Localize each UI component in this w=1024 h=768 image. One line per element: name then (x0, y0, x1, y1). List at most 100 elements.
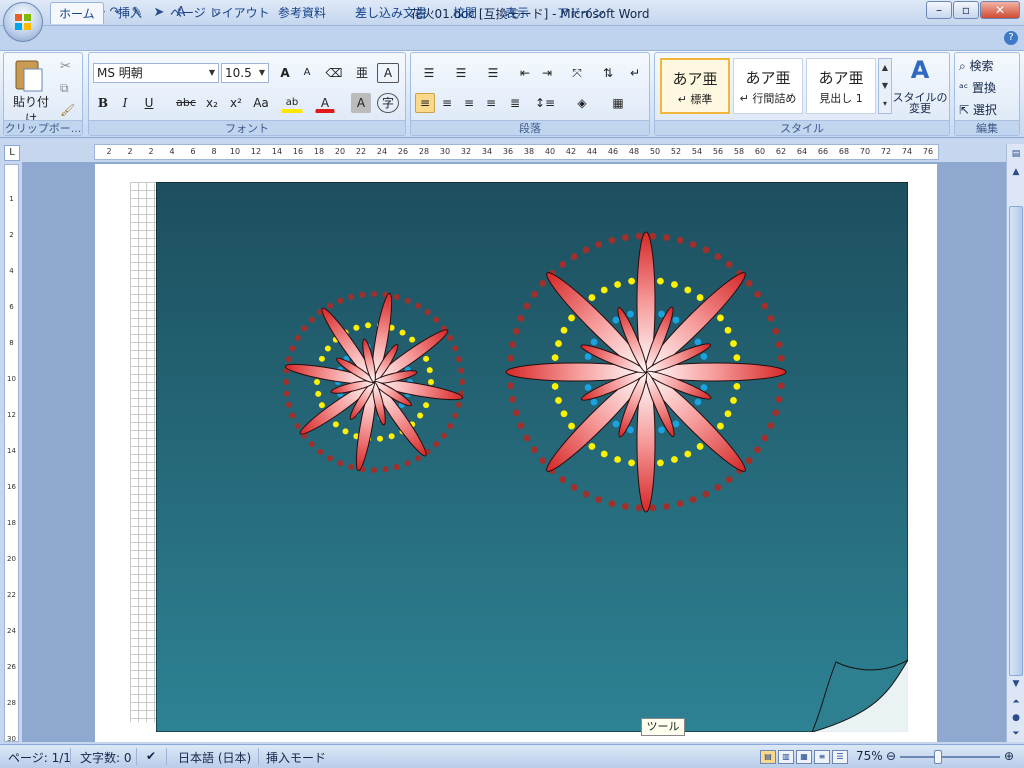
tab-insert[interactable]: 挿入 (110, 2, 150, 24)
zoom-slider[interactable] (900, 756, 1000, 758)
spark-dot (426, 367, 433, 374)
tab-addins[interactable]: アドイン (549, 2, 613, 24)
print-layout-view-icon[interactable]: ▤ (760, 750, 776, 764)
format-painter-icon[interactable]: 🖌 (60, 103, 75, 117)
page-count[interactable]: ページ: 1/1 (8, 749, 71, 766)
justify-icon[interactable]: ≡ (481, 93, 501, 113)
zoom-slider-handle[interactable] (934, 750, 942, 764)
ruler-tick-label: 20 (334, 147, 346, 156)
outline-view-icon[interactable]: ≡ (814, 750, 830, 764)
previous-page-icon[interactable]: ⏶ (1008, 694, 1024, 710)
italic-button[interactable]: I (115, 93, 135, 113)
shading-icon[interactable]: ◈ (567, 93, 597, 113)
zoom-out-icon[interactable]: ⊖ (886, 749, 896, 763)
fireworks-drawing[interactable] (156, 182, 908, 732)
office-button[interactable] (3, 2, 43, 42)
maximize-button[interactable]: ▫ (953, 1, 979, 19)
asian-layout-icon[interactable]: ⤧ (563, 63, 591, 83)
draft-view-icon[interactable]: ☰ (832, 750, 848, 764)
decrease-indent-icon[interactable]: ⇤ (515, 63, 535, 83)
web-layout-view-icon[interactable]: ▦ (796, 750, 812, 764)
firework-large[interactable] (505, 231, 787, 513)
shrink-font-button[interactable]: A (297, 63, 317, 83)
ruler-tick-label: 10 (229, 147, 241, 156)
cut-icon[interactable]: ✂ (60, 59, 71, 74)
paste-icon[interactable] (12, 57, 46, 93)
help-icon[interactable]: ? (1004, 31, 1018, 45)
night-sky-background[interactable] (156, 182, 908, 732)
full-screen-view-icon[interactable]: ▥ (778, 750, 794, 764)
change-styles-icon[interactable]: A (900, 56, 940, 86)
font-name-combo[interactable]: MS 明朝 ▼ (93, 63, 219, 83)
style-heading-1[interactable]: あア亜 見出し 1 (806, 58, 876, 114)
align-right-icon[interactable]: ≡ (459, 93, 479, 113)
close-button[interactable]: ✕ (980, 1, 1020, 19)
language-indicator[interactable]: 日本語 (日本) (178, 749, 251, 766)
vertical-scrollbar[interactable]: ▤ ▲ ▼ ⏶ ● ⏷ (1006, 144, 1024, 742)
insert-mode-indicator[interactable]: 挿入モード (266, 749, 326, 766)
increase-indent-icon[interactable]: ⇥ (537, 63, 557, 83)
spark-dot (424, 309, 431, 316)
grow-font-button[interactable]: A (275, 63, 295, 83)
underline-button[interactable]: U (139, 93, 159, 113)
subscript-button[interactable]: x₂ (201, 93, 223, 113)
proofing-icon[interactable]: ✔ (146, 749, 156, 763)
clear-format-icon[interactable]: ⌫ (323, 63, 345, 83)
change-styles-button[interactable]: スタイルの 変更 (892, 92, 948, 114)
minimize-button[interactable]: – (926, 1, 952, 19)
distributed-icon[interactable]: ≣ (505, 93, 525, 113)
spark-dot (456, 356, 463, 363)
next-page-icon[interactable]: ⏷ (1008, 726, 1024, 742)
spark-dot (656, 277, 664, 285)
char-border-icon[interactable]: A (377, 63, 399, 83)
borders-icon[interactable]: ▦ (603, 93, 633, 113)
phonetic-guide-icon[interactable]: 亜 (351, 63, 373, 83)
tab-view[interactable]: 表示 (497, 2, 537, 24)
style-no-spacing[interactable]: あア亜 ↵ 行間詰め (733, 58, 803, 114)
change-case-button[interactable]: Aa (249, 93, 273, 113)
sort-icon[interactable]: ⇅ (597, 63, 619, 83)
tab-home[interactable]: ホーム (50, 2, 104, 24)
align-center-icon[interactable]: ≡ (437, 93, 457, 113)
spark-dot (676, 236, 684, 244)
strikethrough-button[interactable]: abc (173, 93, 199, 113)
styles-scroll-icon[interactable]: ▲ ▼ ▾ (878, 58, 892, 114)
enclose-char-button[interactable]: 字 (377, 93, 399, 113)
char-shading-button[interactable]: A (351, 93, 371, 113)
bold-button[interactable]: B (93, 93, 113, 113)
line-spacing-icon[interactable]: ↕≡ (531, 93, 559, 113)
copy-icon[interactable]: ⧉ (60, 81, 69, 96)
spark-dot (512, 327, 520, 335)
browse-object-icon[interactable]: ● (1008, 710, 1024, 726)
select-button[interactable]: ⇱ 選択 (959, 101, 997, 118)
tab-selector-button[interactable]: L (4, 145, 20, 161)
zoom-in-icon[interactable]: ⊕ (1004, 749, 1014, 763)
vertical-ruler[interactable]: 1 2 4 6 8 10 12 14 16 18 20 22 24 26 28 30 (4, 164, 19, 743)
font-size-combo[interactable]: 10.5 ▼ (221, 63, 269, 83)
highlight-button[interactable]: ab (281, 93, 303, 113)
zoom-level[interactable]: 75% (856, 749, 883, 763)
spark-dot (348, 464, 355, 471)
tab-references[interactable]: 参考資料 (270, 2, 334, 24)
superscript-button[interactable]: x² (225, 93, 247, 113)
replace-button[interactable]: ᵃᶜ 置換 (959, 79, 996, 96)
align-left-icon[interactable]: ≡ (415, 93, 435, 113)
tab-review[interactable]: 校閲 (445, 2, 485, 24)
spark-dot (656, 459, 664, 467)
spark-dot (327, 302, 333, 309)
scroll-thumb[interactable] (1009, 206, 1023, 676)
scroll-down-icon[interactable]: ▼ (1008, 676, 1024, 692)
numbering-icon[interactable]: ☰ (447, 63, 475, 83)
word-count[interactable]: 文字数: 0 (80, 749, 132, 766)
style-normal[interactable]: あア亜 ↵ 標準 (660, 58, 730, 114)
ruler-toggle-icon[interactable]: ▤ (1008, 146, 1024, 162)
font-color-button[interactable]: A (315, 93, 335, 113)
show-marks-icon[interactable]: ↵ (625, 63, 645, 83)
bullets-icon[interactable]: ☰ (415, 63, 443, 83)
tab-page-layout[interactable]: ページ レイアウト (162, 2, 278, 24)
scroll-up-icon[interactable]: ▲ (1008, 164, 1024, 180)
horizontal-ruler[interactable]: 2 2 2 4 6 8 10 12 14 16 18 20 22 24 26 28 30 32 34 36 38 40 42… (94, 144, 939, 160)
multilevel-list-icon[interactable]: ☰ (479, 63, 507, 83)
find-button[interactable]: ⌕ 検索 (959, 57, 994, 74)
tab-mailings[interactable]: 差し込み文書 (347, 2, 435, 24)
